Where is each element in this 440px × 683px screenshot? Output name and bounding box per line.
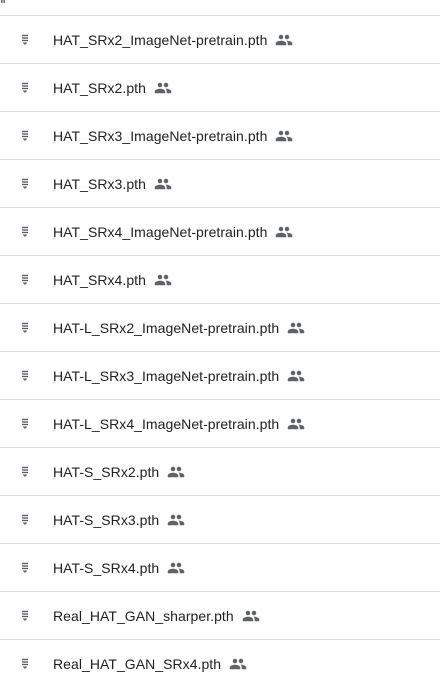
- file-icon: [22, 178, 28, 189]
- file-row[interactable]: HAT-S_SRx2.pth: [0, 448, 440, 496]
- file-icon: [22, 466, 28, 477]
- shared-people-icon: [229, 658, 247, 669]
- file-list-page: ⅱ HAT_SRx2_ImageNet-pretrain.pthHAT_SRx2…: [0, 0, 440, 683]
- file-name[interactable]: HAT-L_SRx4_ImageNet-pretrain.pth: [53, 416, 279, 432]
- file-name-wrap: HAT_SRx3.pth: [53, 160, 172, 207]
- file-icon: [22, 322, 28, 333]
- file-row[interactable]: HAT_SRx2_ImageNet-pretrain.pth: [0, 16, 440, 64]
- file-name[interactable]: Real_HAT_GAN_sharper.pth: [53, 608, 234, 624]
- file-name[interactable]: HAT_SRx3.pth: [53, 176, 146, 192]
- shared-people-icon: [168, 466, 185, 477]
- shared-people-icon: [168, 562, 185, 573]
- file-name-wrap: HAT_SRx4.pth: [53, 256, 172, 303]
- file-name-wrap: Real_HAT_GAN_SRx4.pth: [53, 640, 247, 683]
- file-icon: [22, 34, 28, 45]
- file-icon: [22, 514, 28, 525]
- file-row[interactable]: HAT_SRx4_ImageNet-pretrain.pth: [0, 208, 440, 256]
- file-name[interactable]: HAT_SRx4.pth: [53, 272, 146, 288]
- shared-people-icon: [287, 370, 305, 381]
- file-row[interactable]: HAT-S_SRx3.pth: [0, 496, 440, 544]
- shared-people-icon: [276, 130, 293, 141]
- file-name-wrap: HAT_SRx2_ImageNet-pretrain.pth: [53, 16, 293, 63]
- file-icon: [22, 562, 28, 573]
- file-name-wrap: HAT-S_SRx4.pth: [53, 544, 185, 591]
- file-name[interactable]: HAT_SRx4_ImageNet-pretrain.pth: [53, 224, 267, 240]
- file-name[interactable]: HAT-L_SRx3_ImageNet-pretrain.pth: [53, 368, 279, 384]
- file-name[interactable]: HAT_SRx2.pth: [53, 80, 146, 96]
- file-name[interactable]: Real_HAT_GAN_SRx4.pth: [53, 656, 221, 672]
- file-name-wrap: HAT-S_SRx3.pth: [53, 496, 185, 543]
- file-row[interactable]: HAT_SRx3_ImageNet-pretrain.pth: [0, 112, 440, 160]
- file-name[interactable]: HAT_SRx2_ImageNet-pretrain.pth: [53, 32, 267, 48]
- file-name[interactable]: HAT-L_SRx2_ImageNet-pretrain.pth: [53, 320, 279, 336]
- file-name-wrap: HAT-L_SRx2_ImageNet-pretrain.pth: [53, 304, 305, 351]
- shared-people-icon: [168, 514, 185, 525]
- file-name[interactable]: HAT-S_SRx2.pth: [53, 464, 159, 480]
- file-icon: [22, 658, 28, 669]
- file-name-wrap: HAT-S_SRx2.pth: [53, 448, 185, 495]
- shared-people-icon: [276, 226, 293, 237]
- file-icon: [22, 370, 28, 381]
- file-row[interactable]: HAT-L_SRx3_ImageNet-pretrain.pth: [0, 352, 440, 400]
- file-row[interactable]: HAT_SRx4.pth: [0, 256, 440, 304]
- file-name-wrap: HAT_SRx3_ImageNet-pretrain.pth: [53, 112, 293, 159]
- shared-people-icon: [242, 610, 259, 621]
- shared-people-icon: [276, 34, 293, 45]
- partial-row-text: ⅱ: [0, 0, 6, 7]
- file-icon: [22, 226, 28, 237]
- file-icon: [22, 130, 28, 141]
- file-row[interactable]: HAT_SRx2.pth: [0, 64, 440, 112]
- previous-row-remnant: ⅱ: [0, 0, 440, 16]
- file-row[interactable]: HAT-S_SRx4.pth: [0, 544, 440, 592]
- shared-people-icon: [154, 178, 172, 189]
- shared-people-icon: [154, 82, 172, 93]
- file-name-wrap: Real_HAT_GAN_sharper.pth: [53, 592, 260, 639]
- file-icon: [22, 418, 28, 429]
- file-icon: [22, 274, 28, 285]
- file-name-wrap: HAT_SRx2.pth: [53, 64, 172, 111]
- file-row[interactable]: Real_HAT_GAN_SRx4.pth: [0, 640, 440, 683]
- file-icon: [22, 82, 28, 93]
- file-name-wrap: HAT_SRx4_ImageNet-pretrain.pth: [53, 208, 293, 255]
- file-row[interactable]: Real_HAT_GAN_sharper.pth: [0, 592, 440, 640]
- shared-people-icon: [154, 274, 172, 285]
- file-name[interactable]: HAT_SRx3_ImageNet-pretrain.pth: [53, 128, 267, 144]
- file-name[interactable]: HAT-S_SRx3.pth: [53, 512, 159, 528]
- file-row[interactable]: HAT_SRx3.pth: [0, 160, 440, 208]
- file-row[interactable]: HAT-L_SRx4_ImageNet-pretrain.pth: [0, 400, 440, 448]
- file-icon: [22, 610, 28, 621]
- file-row[interactable]: HAT-L_SRx2_ImageNet-pretrain.pth: [0, 304, 440, 352]
- shared-people-icon: [287, 418, 305, 429]
- file-name[interactable]: HAT-S_SRx4.pth: [53, 560, 159, 576]
- file-name-wrap: HAT-L_SRx4_ImageNet-pretrain.pth: [53, 400, 305, 447]
- file-list: HAT_SRx2_ImageNet-pretrain.pth HAT_SRx2.p…: [0, 16, 440, 683]
- file-name-wrap: HAT-L_SRx3_ImageNet-pretrain.pth: [53, 352, 305, 399]
- shared-people-icon: [287, 322, 305, 333]
